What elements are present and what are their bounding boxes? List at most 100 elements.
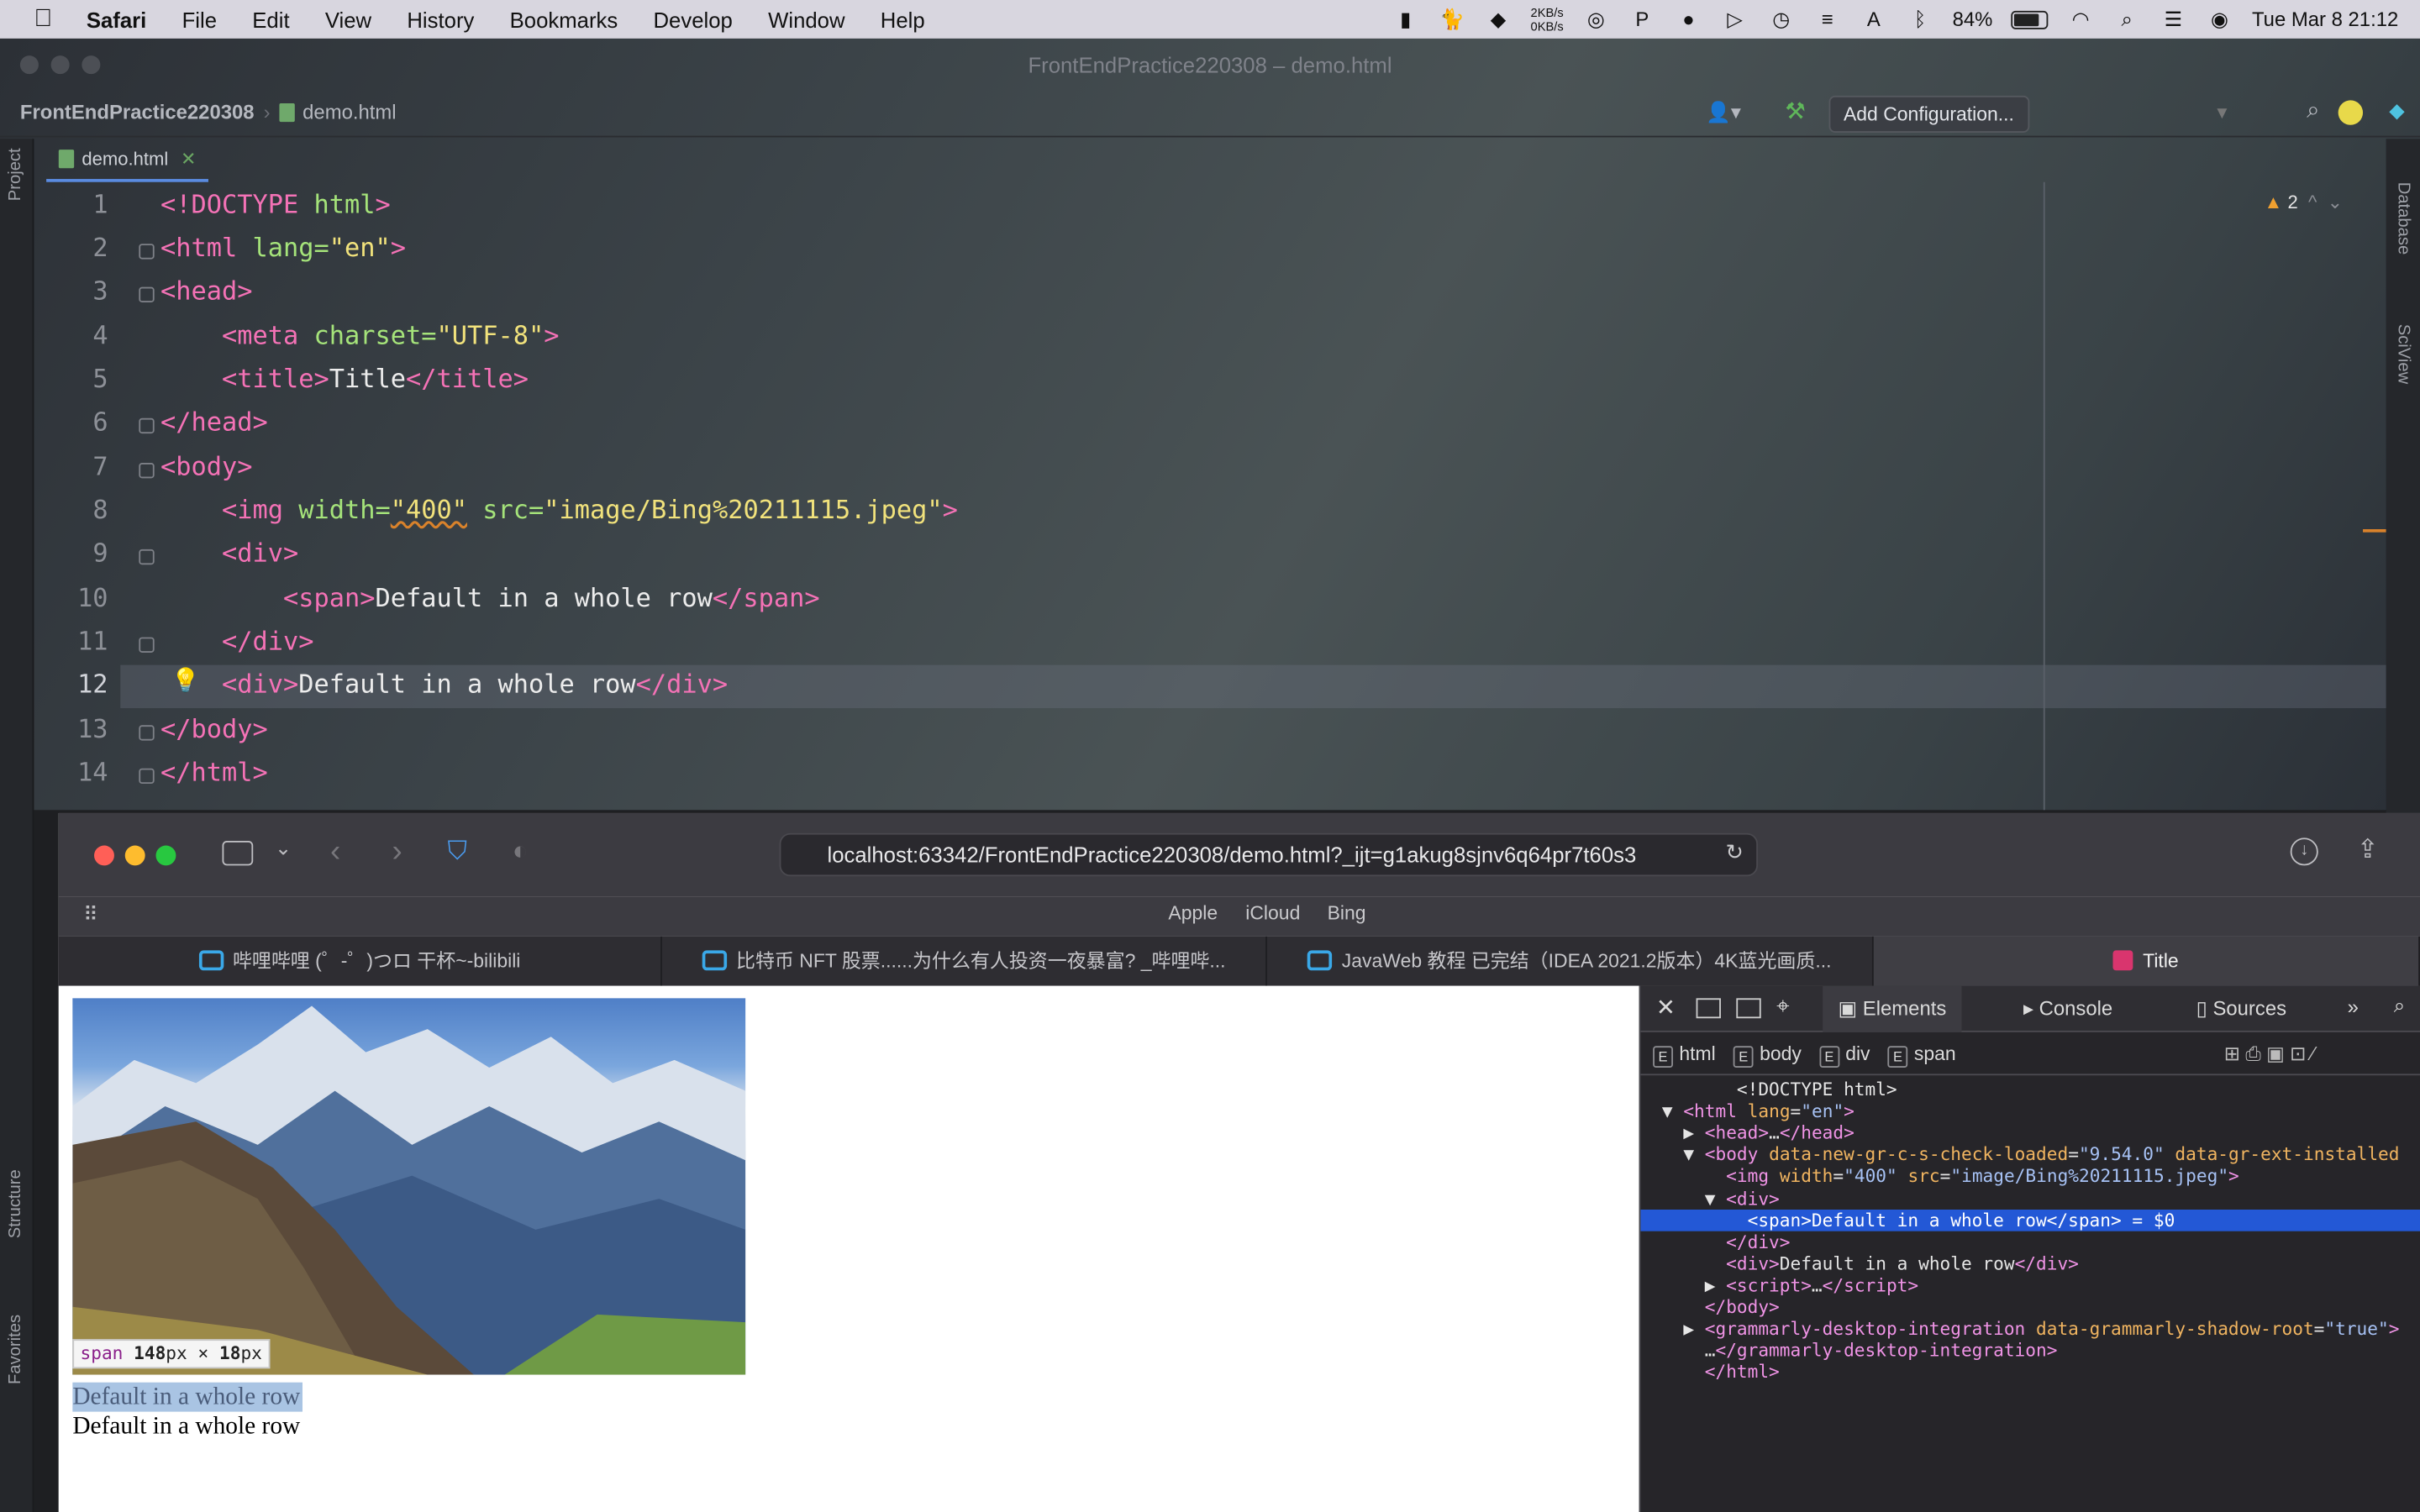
- inspection-widget[interactable]: ▲ 2 ^ ⌄: [2264, 192, 2343, 213]
- tab-elements[interactable]: ▣ Elements: [1823, 985, 1962, 1032]
- dom-node[interactable]: ▼ <body data-new-gr-c-s-check-loaded="9.…: [1640, 1144, 2420, 1166]
- reload-icon[interactable]: ↻: [1725, 839, 1744, 865]
- structure-tool-button[interactable]: Structure: [6, 1169, 24, 1238]
- close-window-icon[interactable]: [94, 845, 114, 866]
- dom-node[interactable]: ▶ <script>…</script>: [1640, 1274, 2420, 1296]
- run-dropdown-icon[interactable]: ▾: [2217, 100, 2227, 124]
- menu-window[interactable]: Window: [768, 7, 844, 31]
- dom-node[interactable]: ▶ <head>…</head>: [1640, 1122, 2420, 1144]
- chevron-down-icon[interactable]: ⌄: [275, 837, 292, 861]
- address-bar[interactable]: localhost:63342/FrontEndPractice220308/d…: [779, 832, 1759, 877]
- history-icon[interactable]: ◷: [1767, 7, 1795, 31]
- more-tabs-icon[interactable]: »: [2348, 995, 2359, 1019]
- build-hammer-icon[interactable]: ⚒: [1785, 97, 1806, 125]
- bluetooth-icon[interactable]: ᛒ: [1906, 7, 1933, 31]
- fold-marker[interactable]: [139, 725, 155, 741]
- dom-node[interactable]: <!DOCTYPE html>: [1640, 1079, 2420, 1100]
- apple-icon[interactable]: : [34, 5, 52, 33]
- fold-marker[interactable]: [139, 549, 155, 565]
- control-center-icon[interactable]: ☰: [2160, 7, 2187, 31]
- div-text[interactable]: Default in a whole row: [72, 1412, 300, 1441]
- dom-node[interactable]: ▼ <div>: [1640, 1187, 2420, 1209]
- play-icon[interactable]: ▷: [1721, 7, 1749, 31]
- tab-bilibili-1[interactable]: 哔哩哔哩 (゜-゜)つロ 干杯~-bilibili: [59, 936, 662, 986]
- fold-marker[interactable]: [139, 286, 155, 303]
- breadcrumb-project[interactable]: FrontEndPractice220308: [20, 100, 255, 123]
- cat-face-icon[interactable]: ◆: [1484, 7, 1512, 31]
- favorite-apple[interactable]: Apple: [1168, 902, 1218, 924]
- add-configuration-button[interactable]: Add Configuration...: [1828, 95, 2030, 133]
- search-everywhere-icon[interactable]: ⌕: [2307, 97, 2319, 123]
- code-editor[interactable]: ▲ 2 ^ ⌄ 1 2 3 4 5 6 7 8 9 10 11 12 13 14…: [34, 181, 2386, 811]
- downloads-icon[interactable]: ↓: [2290, 837, 2318, 866]
- dom-node[interactable]: </html>: [1640, 1362, 2420, 1383]
- menu-bookmarks[interactable]: Bookmarks: [510, 7, 618, 31]
- fold-marker[interactable]: [139, 417, 155, 434]
- spotlight-search-icon[interactable]: ⌕: [2113, 7, 2141, 31]
- menu-develop[interactable]: Develop: [653, 7, 732, 31]
- tracker-shield-icon[interactable]: ◐: [513, 837, 529, 868]
- search-icon[interactable]: ⌕: [2394, 994, 2405, 1018]
- breadcrumb-file[interactable]: demo.html: [279, 100, 397, 123]
- dom-node[interactable]: </div>: [1640, 1231, 2420, 1252]
- crumb-span[interactable]: span: [1914, 1043, 1956, 1065]
- tab-sources[interactable]: ▯ Sources: [2181, 986, 2302, 1032]
- dom-node[interactable]: <div>Default in a whole row</div>: [1640, 1252, 2420, 1274]
- mountain-landscape-image[interactable]: [72, 998, 746, 1375]
- fold-marker[interactable]: [139, 244, 155, 260]
- tab-demo-html[interactable]: demo.html ✕: [46, 139, 209, 182]
- database-tool-button[interactable]: Database: [2394, 182, 2412, 255]
- dom-node[interactable]: ▼ <html lang="en">: [1640, 1100, 2420, 1122]
- sciview-tool-button[interactable]: SciView: [2394, 324, 2412, 385]
- dom-node[interactable]: </body>: [1640, 1296, 2420, 1318]
- tab-title-active[interactable]: Title: [1873, 936, 2420, 986]
- tab-bilibili-3[interactable]: JavaWeb 教程 已完结（IDEA 2021.2版本）4K蓝光画质...: [1267, 936, 1874, 986]
- forward-icon[interactable]: ›: [392, 835, 402, 870]
- back-icon[interactable]: ‹: [330, 835, 340, 870]
- dom-node[interactable]: …</grammarly-desktop-integration>: [1640, 1340, 2420, 1362]
- battery-icon[interactable]: [2011, 9, 2049, 29]
- close-inspector-icon[interactable]: ✕: [1656, 994, 1676, 1021]
- privacy-shield-icon[interactable]: ⛉: [448, 837, 467, 868]
- fold-marker[interactable]: [139, 768, 155, 785]
- close-tab-icon[interactable]: ✕: [181, 148, 196, 170]
- warning-stripe-marker[interactable]: [2363, 529, 2386, 533]
- user-icon[interactable]: 👤▾: [1706, 100, 1741, 124]
- menu-help[interactable]: Help: [881, 7, 925, 31]
- tab-console[interactable]: ▸ Console: [2008, 986, 2128, 1032]
- dom-node-selected[interactable]: <span>Default in a whole row</span> = $0: [1640, 1209, 2420, 1231]
- crumb-div[interactable]: div: [1845, 1043, 1870, 1065]
- zoom-window-icon[interactable]: [155, 845, 176, 866]
- cat-icon[interactable]: 🐈: [1438, 7, 1465, 31]
- input-method-icon[interactable]: A: [1860, 7, 1887, 31]
- siri-icon[interactable]: ◉: [2206, 7, 2233, 31]
- dom-tree[interactable]: <!DOCTYPE html> ▼ <html lang="en"> ▶ <he…: [1640, 1079, 2420, 1426]
- grid-icon[interactable]: ⠿: [83, 902, 98, 927]
- dock-bottom-icon[interactable]: [1696, 998, 1721, 1019]
- menu-edit[interactable]: Edit: [252, 7, 289, 31]
- tab-bilibili-2[interactable]: 比特币 NFT 股票......为什么有人投资一夜暴富? _哔哩哔...: [662, 936, 1267, 986]
- crumb-html[interactable]: html: [1679, 1043, 1715, 1065]
- toolbox-icon[interactable]: ◆: [2389, 99, 2404, 123]
- crumb-body[interactable]: body: [1760, 1043, 1802, 1065]
- element-picker-icon[interactable]: ⌖: [1776, 994, 1790, 1020]
- fold-marker[interactable]: [139, 637, 155, 653]
- menu-view[interactable]: View: [325, 7, 371, 31]
- update-icon[interactable]: [2338, 100, 2364, 125]
- share-icon[interactable]: ⇪: [2357, 835, 2379, 866]
- paw-icon[interactable]: P: [1628, 7, 1656, 31]
- dom-node[interactable]: <img width="400" src="image/Bing%2021111…: [1640, 1165, 2420, 1187]
- sidebar-toggle-icon[interactable]: [222, 841, 254, 866]
- dom-node[interactable]: ▶ <grammarly-desktop-integration data-gr…: [1640, 1318, 2420, 1340]
- fold-marker[interactable]: [139, 463, 155, 479]
- tray-app-icon[interactable]: ▮: [1392, 7, 1419, 31]
- layout-tools-icon[interactable]: ⊞ ⎙ ▣ ⊡ ⁄: [2224, 1032, 2315, 1075]
- minimize-window-icon[interactable]: [124, 845, 145, 866]
- favorite-bing[interactable]: Bing: [1328, 902, 1366, 924]
- menu-file[interactable]: File: [182, 7, 217, 31]
- favorites-tool-button[interactable]: Favorites: [6, 1315, 24, 1384]
- detach-icon[interactable]: [1736, 998, 1761, 1019]
- stack-icon[interactable]: ≡: [1813, 7, 1841, 31]
- qq-icon[interactable]: ●: [1675, 7, 1702, 31]
- highlighted-span-text[interactable]: Default in a whole row: [72, 1382, 302, 1412]
